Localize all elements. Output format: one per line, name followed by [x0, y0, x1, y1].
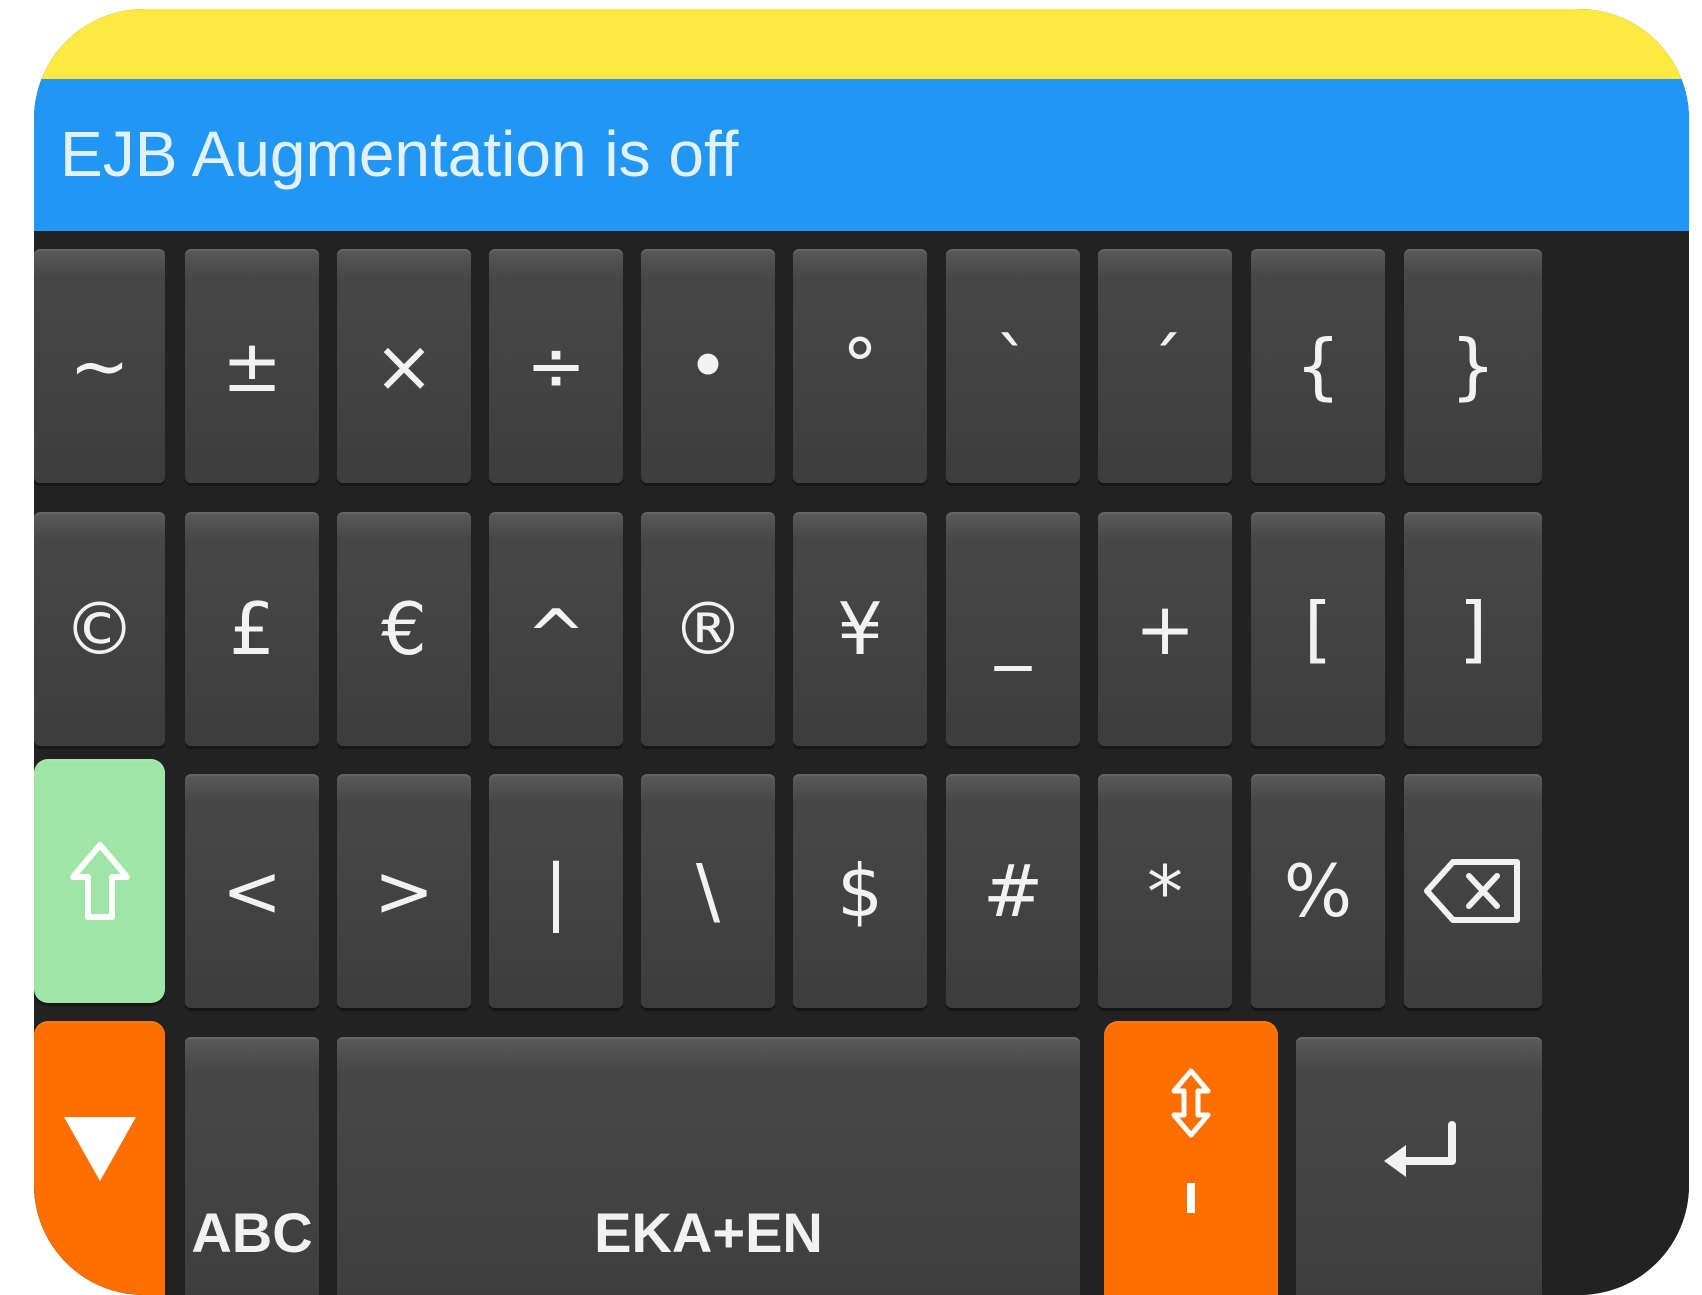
screen: EJB Augmentation is off ~ ± × ÷ • ° ` ´ … [34, 9, 1689, 1295]
key-left-brace[interactable]: { [1251, 249, 1385, 483]
key-hash[interactable]: # [946, 774, 1080, 1008]
keyboard: ~ ± × ÷ • ° ` ´ { } © £ € ^ ® ¥ _ + [ ] … [34, 231, 1689, 1295]
hide-keyboard-key[interactable] [34, 1021, 165, 1295]
key-multiply[interactable]: × [337, 249, 471, 483]
key-left-bracket[interactable]: [ [1251, 512, 1385, 746]
status-bar: EJB Augmentation is off [34, 79, 1689, 231]
key-percent[interactable]: % [1251, 774, 1385, 1008]
space-key[interactable]: EKA+EN [337, 1037, 1080, 1295]
key-euro[interactable]: € [337, 512, 471, 746]
resize-updown-icon [1171, 1068, 1211, 1213]
enter-icon [1384, 1121, 1456, 1177]
enter-key[interactable] [1296, 1037, 1542, 1295]
key-pound[interactable]: £ [185, 512, 319, 746]
hide-keyboard-icon [63, 1117, 136, 1181]
key-grave[interactable]: ` [946, 249, 1080, 483]
resize-key[interactable] [1104, 1021, 1278, 1295]
top-bar [34, 9, 1689, 79]
key-backslash[interactable]: \ [641, 774, 775, 1008]
shift-key[interactable] [34, 759, 165, 1003]
key-less-than[interactable]: < [185, 774, 319, 1008]
key-divide[interactable]: ÷ [489, 249, 623, 483]
key-yen[interactable]: ¥ [793, 512, 927, 746]
key-degree[interactable]: ° [793, 249, 927, 483]
backspace-icon [1424, 859, 1520, 923]
key-bullet[interactable]: • [641, 249, 775, 483]
key-underscore[interactable]: _ [946, 512, 1080, 746]
key-caret[interactable]: ^ [489, 512, 623, 746]
key-right-bracket[interactable]: ] [1404, 512, 1542, 746]
status-text: EJB Augmentation is off [60, 118, 739, 190]
backspace-key[interactable] [1404, 774, 1542, 1008]
key-acute[interactable]: ´ [1098, 249, 1232, 483]
key-copyright[interactable]: © [34, 512, 165, 746]
key-pipe[interactable]: | [489, 774, 623, 1008]
key-right-brace[interactable]: } [1404, 249, 1542, 483]
key-registered[interactable]: ® [641, 512, 775, 746]
key-plus[interactable]: + [1098, 512, 1232, 746]
key-plus-minus[interactable]: ± [185, 249, 319, 483]
key-dollar[interactable]: $ [793, 774, 927, 1008]
shift-arrow-icon [69, 842, 130, 920]
key-greater-than[interactable]: > [337, 774, 471, 1008]
key-asterisk[interactable]: * [1098, 774, 1232, 1008]
abc-key[interactable]: ABC [185, 1037, 319, 1295]
key-tilde[interactable]: ~ [34, 249, 165, 483]
